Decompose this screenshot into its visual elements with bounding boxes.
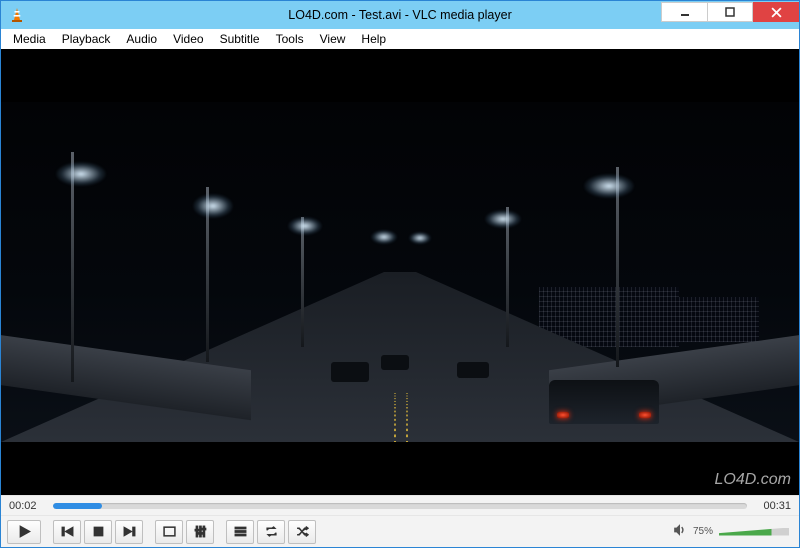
time-elapsed[interactable]: 00:02	[9, 500, 47, 512]
menu-video[interactable]: Video	[165, 30, 211, 48]
previous-button[interactable]	[53, 520, 81, 544]
menu-view[interactable]: View	[312, 30, 354, 48]
titlebar[interactable]: LO4D.com - Test.avi - VLC media player	[1, 1, 799, 29]
menu-help[interactable]: Help	[353, 30, 394, 48]
video-area[interactable]: LO4D.com	[1, 49, 799, 495]
time-total[interactable]: 00:31	[753, 500, 791, 512]
app-window: LO4D.com - Test.avi - VLC media player M…	[0, 0, 800, 548]
vlc-cone-icon	[9, 7, 25, 23]
volume-icon[interactable]	[673, 523, 687, 540]
seek-row: 00:02 00:31	[1, 495, 799, 515]
seek-slider[interactable]	[53, 499, 747, 513]
video-frame	[1, 102, 799, 442]
volume-percent: 75%	[693, 526, 713, 537]
minimize-button[interactable]	[661, 2, 707, 22]
menu-media[interactable]: Media	[5, 30, 54, 48]
fullscreen-button[interactable]	[155, 520, 183, 544]
controls-bar: 75%	[1, 515, 799, 547]
menu-subtitle[interactable]: Subtitle	[212, 30, 268, 48]
close-button[interactable]	[753, 2, 799, 22]
menu-audio[interactable]: Audio	[118, 30, 165, 48]
stop-button[interactable]	[84, 520, 112, 544]
shuffle-button[interactable]	[288, 520, 316, 544]
menu-playback[interactable]: Playback	[54, 30, 119, 48]
watermark: LO4D.com	[715, 471, 791, 489]
extended-settings-button[interactable]	[186, 520, 214, 544]
playlist-button[interactable]	[226, 520, 254, 544]
volume-slider[interactable]	[719, 528, 789, 536]
volume-control: 75%	[673, 523, 789, 540]
seek-fill	[53, 503, 102, 509]
menu-tools[interactable]: Tools	[268, 30, 312, 48]
next-button[interactable]	[115, 520, 143, 544]
maximize-button[interactable]	[707, 2, 753, 22]
window-controls	[661, 1, 799, 29]
play-button[interactable]	[7, 520, 41, 544]
loop-button[interactable]	[257, 520, 285, 544]
menubar: Media Playback Audio Video Subtitle Tool…	[1, 29, 799, 49]
